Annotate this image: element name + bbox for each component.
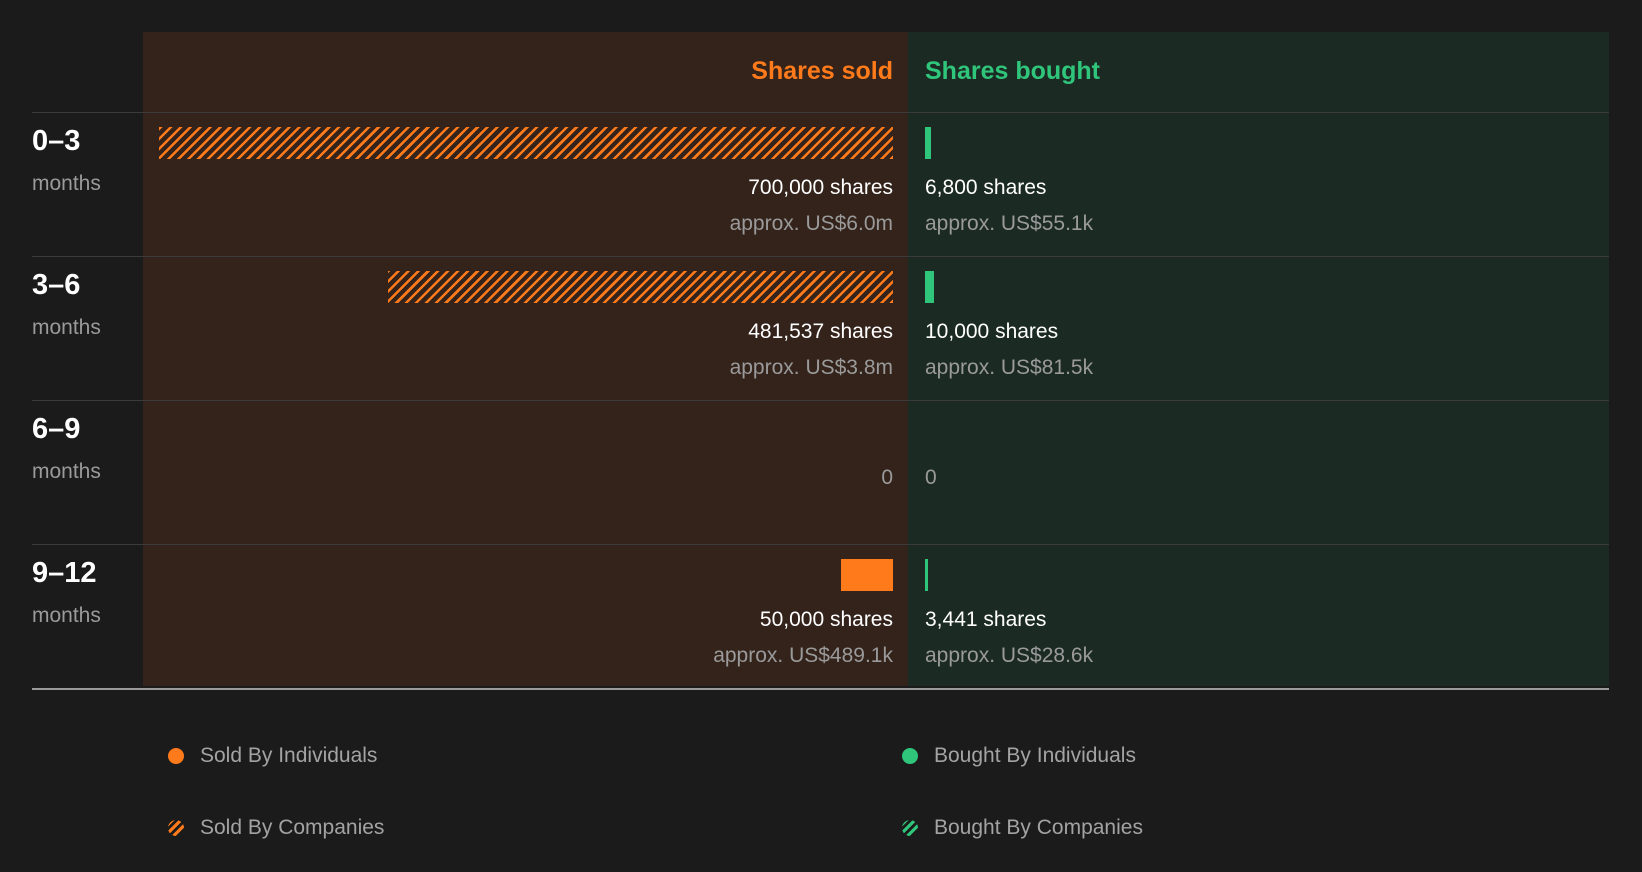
bought-value-label: approx. US$81.5k <box>925 356 1094 379</box>
shares-bought-header: Shares bought <box>925 57 1101 85</box>
sold-bar <box>159 127 893 159</box>
legend-item-sold-co: Sold By Companies <box>168 816 384 840</box>
period-label: 3–6 <box>32 269 81 301</box>
sold-bar <box>388 271 893 303</box>
bought-bar <box>925 559 929 591</box>
legend-label: Sold By Individuals <box>200 744 378 767</box>
bought-shares-label: 10,000 shares <box>925 320 1059 343</box>
row-separator <box>32 400 1609 401</box>
shares-sold-header: Shares sold <box>751 57 893 85</box>
insider-trading-chart: Shares sold Shares bought 0–3 months 700,0… <box>0 0 1642 700</box>
sold-value-label: approx. US$6.0m <box>729 212 893 235</box>
bought-value-label: approx. US$28.6k <box>925 644 1094 667</box>
sold-bar <box>840 559 893 591</box>
period-unit: months <box>32 316 101 339</box>
legend-label: Bought By Companies <box>934 816 1143 839</box>
period-unit: months <box>32 460 101 483</box>
bought-shares-label: 6,800 shares <box>925 176 1047 199</box>
legend-swatch-bought-co <box>902 820 918 836</box>
bought-value-label: approx. US$55.1k <box>925 212 1094 235</box>
bought-shares-label: 0 <box>925 466 937 489</box>
legend-label: Sold By Companies <box>200 816 385 839</box>
sold-shares-label: 50,000 shares <box>759 608 893 631</box>
period-label: 6–9 <box>32 413 81 445</box>
bought-bar <box>925 127 932 159</box>
period-unit: months <box>32 604 101 627</box>
row-separator <box>32 688 1609 690</box>
period-label: 9–12 <box>32 557 97 589</box>
row-separator <box>32 112 1609 113</box>
sold-shares-label: 481,537 shares <box>748 320 893 343</box>
row-separator <box>32 544 1609 545</box>
legend-swatch-sold-ind <box>168 748 184 764</box>
sold-value-label: approx. US$489.1k <box>713 644 893 667</box>
sold-shares-label: 0 <box>881 466 893 489</box>
bought-bar <box>925 271 935 303</box>
sold-value-label: approx. US$3.8m <box>729 356 893 379</box>
period-unit: months <box>32 172 101 195</box>
legend-label: Bought By Individuals <box>934 744 1136 767</box>
period-label: 0–3 <box>32 125 81 157</box>
legend-swatch-bought-ind <box>902 748 918 764</box>
legend-item-bought-co: Bought By Companies <box>902 816 1143 840</box>
legend-swatch-sold-co <box>168 820 184 836</box>
row-separator <box>32 256 1609 257</box>
bought-shares-label: 3,441 shares <box>925 608 1047 631</box>
legend-item-sold-ind: Sold By Individuals <box>168 744 377 768</box>
legend-item-bought-ind: Bought By Individuals <box>902 744 1136 768</box>
sold-shares-label: 700,000 shares <box>748 176 893 199</box>
